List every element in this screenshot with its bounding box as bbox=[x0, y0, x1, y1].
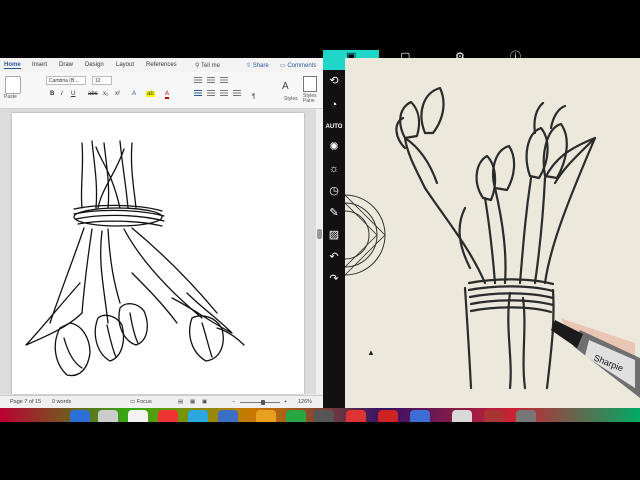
read-mode-icon[interactable]: ▤ bbox=[178, 399, 183, 405]
undo-icon[interactable]: ↶ bbox=[327, 250, 341, 264]
redo-icon[interactable]: ↷ bbox=[327, 272, 341, 286]
sharpie-marker: Sharpie bbox=[551, 318, 640, 398]
align-right-icon[interactable] bbox=[220, 90, 228, 96]
music-icon[interactable] bbox=[346, 410, 366, 422]
vertical-scrollbar[interactable] bbox=[316, 109, 323, 394]
strikethrough-button[interactable]: abc bbox=[88, 91, 98, 97]
zoom-slider[interactable] bbox=[240, 402, 280, 403]
ribbon-tabs: Home Insert Draw Design Layout Reference… bbox=[0, 58, 323, 72]
top-bar bbox=[0, 0, 640, 58]
font-color-icon[interactable]: A bbox=[165, 91, 170, 99]
finder-icon[interactable] bbox=[70, 410, 90, 422]
keynote-icon[interactable] bbox=[410, 410, 430, 422]
chrome-icon[interactable] bbox=[158, 410, 178, 422]
auto-mode-button[interactable]: AUTO bbox=[325, 120, 343, 134]
comments-label: Comments bbox=[287, 63, 317, 69]
word-app-icon[interactable] bbox=[218, 410, 238, 422]
share-icon: ⇧ bbox=[246, 63, 253, 69]
draw-icon[interactable]: ✎ bbox=[327, 206, 341, 220]
tell-me-label: Tell me bbox=[200, 63, 220, 69]
camera-feed: Sharpie bbox=[345, 58, 640, 408]
bullets-icon[interactable] bbox=[194, 77, 202, 83]
highlight-icon[interactable]: ab bbox=[146, 91, 155, 97]
tab-design[interactable]: Design bbox=[85, 62, 104, 68]
photos-icon[interactable] bbox=[256, 410, 276, 422]
status-bar: Page 7 of 15 0 words ▭ Focus ▤ ▦ ▣ − + 1… bbox=[0, 395, 323, 409]
launchpad-icon[interactable] bbox=[98, 410, 118, 422]
justify-icon[interactable] bbox=[233, 90, 241, 96]
align-center-icon[interactable] bbox=[207, 90, 215, 96]
appstore-icon[interactable] bbox=[188, 410, 208, 422]
paste-button[interactable] bbox=[5, 76, 21, 94]
screen: Home Insert Draw Design Layout Reference… bbox=[0, 0, 640, 480]
underline-button[interactable]: U bbox=[71, 91, 75, 97]
ribbon: Paste Cambria (B... 12 B I U abc x₂ x² A… bbox=[0, 72, 323, 109]
focus-button[interactable]: ▭ Focus bbox=[130, 399, 152, 405]
numbering-icon[interactable] bbox=[207, 77, 215, 83]
styles-button[interactable]: A bbox=[282, 76, 296, 92]
safari-icon[interactable] bbox=[128, 410, 148, 422]
comments-button[interactable]: ▭ Comments bbox=[280, 62, 316, 69]
camera-toolbar: ⟲ ◔ AUTO ✺ ☼ ◷ ✎ ▨ ↶ ↷ bbox=[323, 70, 345, 408]
word-count[interactable]: 0 words bbox=[52, 399, 71, 405]
tab-references[interactable]: References bbox=[146, 62, 177, 68]
text-effects-icon[interactable]: A bbox=[132, 91, 136, 97]
clock-icon[interactable]: ◷ bbox=[327, 184, 341, 198]
font-size-select[interactable]: 12 bbox=[92, 76, 112, 85]
styles-icon: A bbox=[282, 81, 289, 92]
tab-layout[interactable]: Layout bbox=[116, 62, 134, 68]
news-icon[interactable] bbox=[378, 410, 398, 422]
camera-app-icon[interactable] bbox=[314, 410, 334, 422]
tab-home[interactable]: Home bbox=[4, 62, 21, 69]
align-left-icon[interactable] bbox=[194, 90, 202, 96]
zoom-in-button[interactable]: + bbox=[284, 399, 287, 405]
print-layout-icon[interactable]: ▦ bbox=[190, 399, 195, 405]
font-name-select[interactable]: Cambria (B... bbox=[46, 76, 86, 85]
document-area bbox=[7, 109, 316, 394]
scroll-thumb[interactable] bbox=[317, 229, 322, 239]
annotate-icon[interactable]: ▨ bbox=[327, 228, 341, 242]
mouse-cursor-icon: ▲ bbox=[367, 348, 375, 357]
vertical-ruler bbox=[0, 109, 7, 394]
aperture-icon[interactable]: ✺ bbox=[327, 140, 341, 154]
italic-button[interactable]: I bbox=[61, 91, 63, 97]
preview-icon[interactable] bbox=[452, 410, 472, 422]
styles-label: Styles bbox=[284, 96, 298, 102]
subscript-button[interactable]: x₂ bbox=[103, 91, 108, 97]
focus-label: Focus bbox=[136, 399, 152, 405]
page-count[interactable]: Page 7 of 15 bbox=[10, 399, 41, 405]
styles-pane-button[interactable] bbox=[303, 76, 317, 92]
superscript-button[interactable]: x² bbox=[115, 91, 120, 97]
mandala-drawing bbox=[345, 194, 386, 276]
web-layout-icon[interactable]: ▣ bbox=[202, 399, 207, 405]
tab-draw[interactable]: Draw bbox=[59, 62, 73, 68]
tell-me-search[interactable]: ⚲ Tell me bbox=[195, 62, 220, 69]
share-button[interactable]: ⇧ Share bbox=[246, 62, 269, 69]
paste-label: Paste bbox=[4, 94, 17, 100]
word-window: Home Insert Draw Design Layout Reference… bbox=[0, 58, 323, 409]
dock bbox=[0, 408, 640, 480]
bold-button[interactable]: B bbox=[50, 91, 54, 97]
zoom-level[interactable]: 126% bbox=[298, 399, 312, 405]
messages-icon[interactable] bbox=[286, 410, 306, 422]
zoom-out-button[interactable]: − bbox=[232, 399, 235, 405]
zoom-slider-knob[interactable] bbox=[261, 400, 265, 405]
tab-insert[interactable]: Insert bbox=[32, 62, 47, 68]
trash-icon[interactable] bbox=[516, 410, 536, 422]
tulip-drawing bbox=[25, 140, 245, 377]
photobooth-icon[interactable] bbox=[484, 410, 504, 422]
brightness-icon[interactable]: ☼ bbox=[327, 162, 341, 176]
styles-pane-label: Styles Pane bbox=[303, 93, 317, 104]
pilcrow-icon[interactable]: ¶ bbox=[252, 94, 255, 100]
focus-icon: ▭ bbox=[130, 399, 137, 405]
camera-switch-icon[interactable]: ⟲ bbox=[327, 74, 341, 88]
multilevel-list-icon[interactable] bbox=[220, 77, 228, 83]
document-page[interactable] bbox=[12, 113, 304, 394]
timer-icon[interactable]: ◔ bbox=[327, 98, 341, 112]
share-label: Share bbox=[252, 63, 269, 69]
